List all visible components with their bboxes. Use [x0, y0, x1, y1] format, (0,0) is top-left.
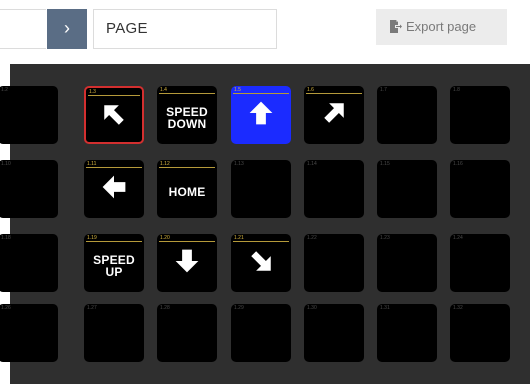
arrow-left-icon: [84, 174, 144, 200]
grid-button-1-26[interactable]: 1.26: [0, 304, 58, 362]
button-index-label: 1.22: [307, 235, 317, 241]
grid-button-1-7[interactable]: 1.7: [377, 86, 437, 144]
button-label: HOME: [168, 185, 206, 199]
button-index-label: 1.7: [380, 87, 387, 93]
grid-button-1-23[interactable]: 1.23: [377, 234, 437, 292]
grid-button-1-11[interactable]: 1.11: [84, 160, 144, 218]
button-index-label: 1.10: [1, 161, 11, 167]
button-index-label: 1.13: [234, 161, 244, 167]
grid-button-1-30[interactable]: 1.30: [304, 304, 364, 362]
grid-button-1-20[interactable]: 1.20: [157, 234, 217, 292]
grid-button-1-32[interactable]: 1.32: [450, 304, 510, 362]
button-label: SPEED UP: [93, 253, 135, 279]
button-index-label: 1.18: [1, 235, 11, 241]
export-page-button[interactable]: Export page: [376, 9, 507, 45]
grid-button-1-15[interactable]: 1.15: [377, 160, 437, 218]
button-divider: [86, 167, 142, 168]
grid-button-1-10[interactable]: 1.10: [0, 160, 58, 218]
button-divider: [159, 241, 215, 242]
arrow-down-icon: [157, 248, 217, 274]
file-export-icon: [390, 11, 402, 33]
button-index-label: 1.2: [1, 87, 8, 93]
page-toolbar: › PAGE Export page: [0, 0, 530, 60]
next-page-button[interactable]: ›: [47, 9, 87, 49]
grid-button-1-5[interactable]: 1.5: [231, 86, 291, 144]
grid-button-1-6[interactable]: 1.6: [304, 86, 364, 144]
button-index-label: 1.16: [453, 161, 463, 167]
button-index-label: 1.24: [453, 235, 463, 241]
button-index-label: 1.26: [1, 305, 11, 311]
page-name-input[interactable]: PAGE: [93, 9, 277, 49]
grid-button-1-22[interactable]: 1.22: [304, 234, 364, 292]
grid-button-1-28[interactable]: 1.28: [157, 304, 217, 362]
button-index-label: 1.32: [453, 305, 463, 311]
grid-button-1-16[interactable]: 1.16: [450, 160, 510, 218]
button-index-label: 1.8: [453, 87, 460, 93]
button-divider: [306, 93, 362, 94]
grid-button-1-27[interactable]: 1.27: [84, 304, 144, 362]
button-divider: [86, 241, 142, 242]
button-divider: [159, 93, 215, 94]
button-index-label: 1.23: [380, 235, 390, 241]
button-index-label: 1.31: [380, 305, 390, 311]
button-index-label: 1.30: [307, 305, 317, 311]
grid-button-1-4[interactable]: 1.4 SPEED DOWN: [157, 86, 217, 144]
grid-button-1-24[interactable]: 1.24: [450, 234, 510, 292]
button-divider: [233, 241, 289, 242]
grid-button-1-18[interactable]: 1.18: [0, 234, 58, 292]
grid-button-1-19[interactable]: 1.19 SPEED UP: [84, 234, 144, 292]
button-divider: [233, 93, 289, 94]
button-grid-panel: 1.2 1.3 1.4 SPEED DOWN 1.5 1.6 1.7 1.8 1.10 1.11 1.…: [0, 64, 530, 384]
chevron-right-icon: ›: [64, 18, 70, 38]
arrow-up-right-icon: [304, 100, 364, 126]
grid-button-1-12[interactable]: 1.12 HOME: [157, 160, 217, 218]
button-index-label: 1.27: [87, 305, 97, 311]
button-index-label: 1.28: [160, 305, 170, 311]
grid-button-1-13[interactable]: 1.13: [231, 160, 291, 218]
grid-button-1-29[interactable]: 1.29: [231, 304, 291, 362]
export-page-label: Export page: [406, 19, 477, 34]
grid-button-1-2[interactable]: 1.2: [0, 86, 58, 144]
button-index-label: 1.14: [307, 161, 317, 167]
grid-button-1-3[interactable]: 1.3: [84, 86, 144, 144]
grid-button-1-8[interactable]: 1.8: [450, 86, 510, 144]
grid-button-1-31[interactable]: 1.31: [377, 304, 437, 362]
arrow-up-left-icon: [86, 102, 142, 128]
grid-button-1-14[interactable]: 1.14: [304, 160, 364, 218]
button-index-label: 1.29: [234, 305, 244, 311]
button-index-label: 1.15: [380, 161, 390, 167]
button-divider: [88, 95, 140, 96]
button-divider: [159, 167, 215, 168]
page-number-input[interactable]: [0, 9, 46, 49]
arrow-down-right-icon: [231, 248, 291, 274]
arrow-up-icon: [231, 100, 291, 126]
grid-button-1-21[interactable]: 1.21: [231, 234, 291, 292]
button-label: SPEED DOWN: [166, 105, 208, 131]
